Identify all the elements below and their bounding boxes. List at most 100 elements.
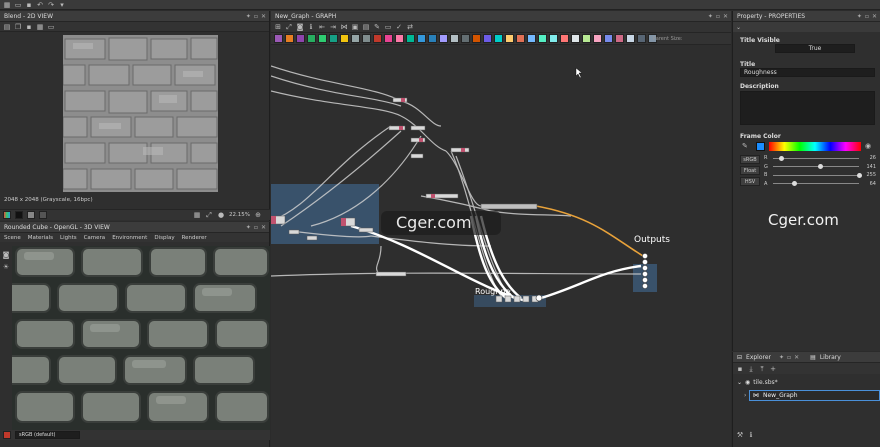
node-palette-swatch[interactable] (395, 34, 404, 43)
description-field[interactable] (740, 91, 875, 125)
tab-explorer[interactable]: Explorer (746, 354, 771, 361)
layers-icon[interactable]: ▤ (3, 23, 11, 31)
node-palette-swatch[interactable] (296, 34, 305, 43)
alpha-icon[interactable] (39, 211, 47, 219)
fit-icon[interactable]: ⤢ (205, 211, 213, 219)
file-icon[interactable]: ▭ (14, 1, 22, 9)
light-icon[interactable]: ☀ (2, 263, 10, 271)
grid-icon[interactable]: ▦ (3, 1, 11, 9)
slider-handle[interactable] (817, 164, 823, 170)
pin-icon[interactable]: ✦ (246, 13, 251, 20)
slider-handle[interactable] (779, 155, 785, 161)
node-palette-swatch[interactable] (494, 34, 503, 43)
float-icon[interactable]: ▫ (865, 13, 869, 20)
camera-icon[interactable]: ◙ (2, 251, 10, 259)
save-image-icon[interactable]: ▪ (25, 23, 33, 31)
redo-icon[interactable]: ↷ (47, 1, 55, 9)
title-field[interactable]: Roughness (740, 68, 875, 77)
node-palette-swatch[interactable] (274, 34, 283, 43)
texture-2d-preview[interactable] (63, 35, 218, 192)
close-icon[interactable]: ✕ (261, 224, 266, 231)
float-icon[interactable]: ▫ (254, 13, 258, 20)
pin-node-icon[interactable]: ✎ (373, 23, 381, 31)
upload-icon[interactable]: ⤒ (758, 365, 766, 373)
copy-icon[interactable]: ❐ (14, 23, 22, 31)
grid-view-icon[interactable]: ▦ (36, 23, 44, 31)
properties-collapse-bar[interactable]: ⌄ (733, 22, 880, 32)
align-left-icon[interactable]: ⇤ (318, 23, 326, 31)
node-palette-swatch[interactable] (428, 34, 437, 43)
node-palette-swatch[interactable] (384, 34, 393, 43)
node-palette-swatch[interactable] (593, 34, 602, 43)
node-palette-swatch[interactable] (549, 34, 558, 43)
mode-srgb-button[interactable]: sRGB (740, 155, 760, 164)
grey-icon[interactable] (27, 211, 35, 219)
check-icon[interactable]: ✓ (395, 23, 403, 31)
node-palette-swatch[interactable] (505, 34, 514, 43)
mode-hsv-button[interactable]: HSV (740, 177, 760, 186)
close-icon[interactable]: ✕ (794, 354, 799, 361)
node-palette-swatch[interactable] (285, 34, 294, 43)
close-icon[interactable]: ✕ (872, 13, 877, 20)
float-icon[interactable]: ▫ (787, 354, 791, 361)
node-palette-swatch[interactable] (450, 34, 459, 43)
dropdown-icon[interactable]: ▾ (58, 1, 66, 9)
slider-handle[interactable] (856, 172, 862, 178)
black-icon[interactable] (15, 211, 23, 219)
stone-3d-preview[interactable] (12, 246, 270, 430)
node-palette-swatch[interactable] (373, 34, 382, 43)
close-icon[interactable]: ✕ (723, 13, 728, 20)
menu-environment[interactable]: Environment (112, 235, 147, 241)
frame-color-swatch[interactable] (756, 142, 765, 151)
frame-node-icon[interactable]: ▭ (384, 23, 392, 31)
mode-float-button[interactable]: Float (740, 166, 760, 175)
node-palette-swatch[interactable] (527, 34, 536, 43)
channel-value[interactable]: 64 (862, 181, 876, 187)
pin-icon[interactable]: ✦ (246, 224, 251, 231)
node-icon[interactable]: ▣ (351, 23, 359, 31)
undo-icon[interactable]: ↶ (36, 1, 44, 9)
align-right-icon[interactable]: ⇥ (329, 23, 337, 31)
node-palette-swatch[interactable] (626, 34, 635, 43)
colorspace-select[interactable]: sRGB (default) (15, 431, 80, 439)
palette-icon[interactable]: ◉ (865, 142, 871, 150)
download-icon[interactable]: ⤓ (747, 365, 755, 373)
pin-icon[interactable]: ✦ (857, 13, 862, 20)
float-icon[interactable]: ▫ (254, 224, 258, 231)
chevron-down-icon[interactable]: ⌄ (737, 379, 742, 386)
slider-handle[interactable] (792, 181, 797, 187)
info-icon[interactable]: ℹ (307, 23, 315, 31)
node-palette-swatch[interactable] (340, 34, 349, 43)
menu-scene[interactable]: Scene (4, 235, 21, 241)
menu-display[interactable]: Display (154, 235, 174, 241)
menu-renderer[interactable]: Renderer (182, 235, 207, 241)
node-palette-swatch[interactable] (307, 34, 316, 43)
color-icon[interactable] (3, 211, 11, 219)
float-icon[interactable]: ▫ (716, 13, 720, 20)
link-icon[interactable]: ⋈ (340, 23, 348, 31)
screenshot-icon[interactable]: ◙ (296, 23, 304, 31)
add-icon[interactable]: + (769, 365, 777, 373)
node-palette-swatch[interactable] (461, 34, 470, 43)
node-palette-swatch[interactable] (351, 34, 360, 43)
node-palette-swatch[interactable] (615, 34, 624, 43)
channel-value[interactable]: 255 (862, 172, 876, 178)
node-palette-swatch[interactable] (582, 34, 591, 43)
save-icon[interactable]: ▪ (736, 365, 744, 373)
pin-icon[interactable]: ✦ (708, 13, 713, 20)
zoom-level[interactable]: 22.15% (229, 212, 250, 218)
node-palette-swatch[interactable] (483, 34, 492, 43)
node-palette-swatch[interactable] (439, 34, 448, 43)
frame-icon[interactable]: ⊞ (274, 23, 282, 31)
node-palette-swatch[interactable] (538, 34, 547, 43)
channel-slider[interactable] (773, 155, 859, 161)
menu-lights[interactable]: Lights (60, 235, 77, 241)
channel-value[interactable]: 141 (862, 164, 876, 170)
save-icon[interactable]: ▪ (25, 1, 33, 9)
tools-icon[interactable]: ⚒ (736, 431, 744, 439)
channel-slider[interactable] (773, 181, 859, 187)
chevron-right-icon[interactable]: › (744, 392, 746, 399)
node-palette-swatch[interactable] (604, 34, 613, 43)
pin-icon[interactable]: ✦ (779, 354, 784, 361)
graph-item[interactable]: ⋈ New_Graph (749, 390, 880, 401)
